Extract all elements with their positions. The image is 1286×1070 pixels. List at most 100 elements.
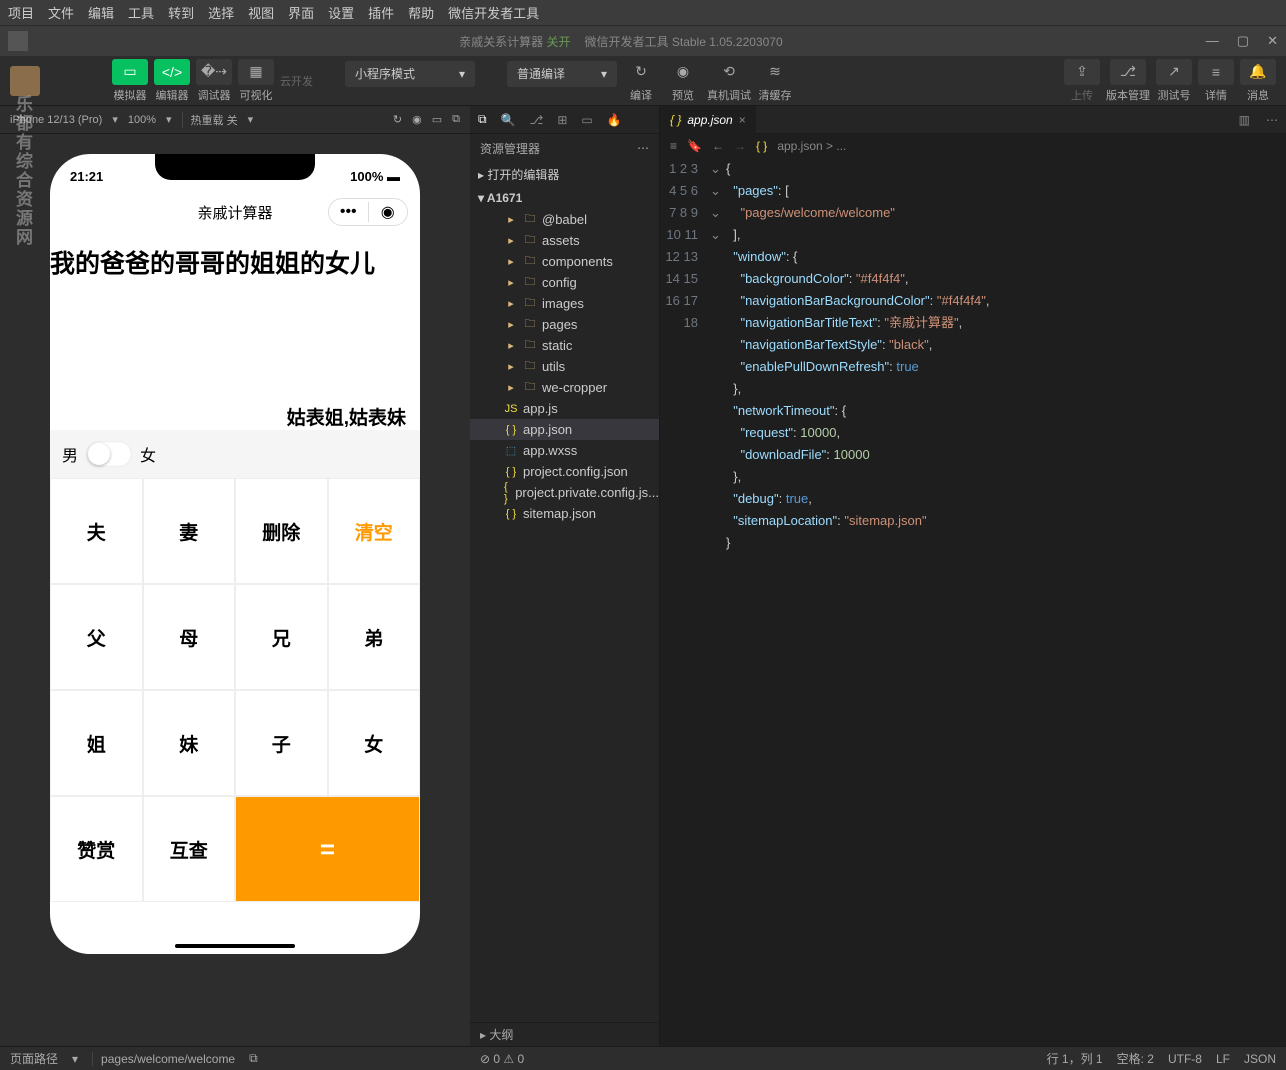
detail-button[interactable]: ≡ [1198,59,1234,85]
mode-select[interactable]: 小程序模式▾ [345,61,475,87]
debugger-button[interactable]: �⇢ [196,59,232,85]
tab-close-icon[interactable]: × [739,113,746,127]
avatar[interactable] [10,66,40,96]
file-config[interactable]: ▸🗀config [470,272,659,293]
file-app.wxss[interactable]: ⬚app.wxss [470,440,659,461]
code-content[interactable]: { "pages": [ "pages/welcome/welcome" ], … [726,158,1286,1046]
menu-转到[interactable]: 转到 [168,3,194,22]
key-删除[interactable]: 删除 [235,478,328,584]
key-兄[interactable]: 兄 [235,584,328,690]
flame-icon[interactable]: 🔥 [607,113,622,127]
file-pages[interactable]: ▸🗀pages [470,314,659,335]
menu-界面[interactable]: 界面 [288,3,314,22]
maximize-icon[interactable]: ▢ [1237,33,1249,49]
file-@babel[interactable]: ▸🗀@babel [470,209,659,230]
menu-选择[interactable]: 选择 [208,3,234,22]
files-icon[interactable]: ⧉ [478,112,487,127]
upload-button[interactable]: ⇪ [1064,59,1100,85]
file-app.json[interactable]: { }app.json [470,419,659,440]
testid-button[interactable]: ↗ [1156,59,1192,85]
record-icon[interactable]: ◉ [412,113,422,126]
popout-icon[interactable]: ⧉ [452,113,460,126]
encoding[interactable]: UTF-8 [1168,1052,1202,1066]
root-folder[interactable]: ▾ A1671 [470,187,659,209]
ext-icon[interactable]: ⊞ [557,113,567,127]
menu-插件[interactable]: 插件 [368,3,394,22]
key-女[interactable]: 女 [328,690,421,796]
tab-appjson[interactable]: { }app.json× [660,106,756,134]
menu-帮助[interactable]: 帮助 [408,3,434,22]
bookmark-icon[interactable]: 🔖 [687,139,702,153]
explorer-title: 资源管理器 [480,140,540,157]
preview-button[interactable]: ◉ [665,59,701,85]
search-icon[interactable]: 🔍 [501,113,516,127]
visual-button[interactable]: ▦ [238,59,274,85]
message-button[interactable]: 🔔 [1240,59,1276,85]
outline-section[interactable]: ▸ 大纲 [470,1022,659,1046]
zoom-select[interactable]: 100% [128,114,156,126]
compile-select[interactable]: 普通编译▾ [507,61,617,87]
forward-icon[interactable]: → [734,139,746,153]
compile-button[interactable]: ↻ [623,59,659,85]
key-弟[interactable]: 弟 [328,584,421,690]
key-赞赏[interactable]: 赞赏 [50,796,143,902]
key-清空[interactable]: 清空 [328,478,421,584]
more-tab-icon[interactable]: ⋯ [1258,113,1286,127]
editor-button[interactable]: </> [154,59,190,85]
cursor-pos[interactable]: 行 1，列 1 [1047,1050,1103,1067]
cloud-button[interactable]: 云开发 [280,73,313,89]
remote-button[interactable]: ⟲ [711,59,747,85]
key-父[interactable]: 父 [50,584,143,690]
file-project.private.config.js...[interactable]: { }project.private.config.js... [470,482,659,503]
close-icon[interactable]: ✕ [1267,33,1278,49]
female-label: 女 [140,442,156,466]
menu-设置[interactable]: 设置 [328,3,354,22]
file-sitemap.json[interactable]: { }sitemap.json [470,503,659,524]
menu-编辑[interactable]: 编辑 [88,3,114,22]
key-子[interactable]: 子 [235,690,328,796]
breadcrumb[interactable]: app.json > ... [777,139,846,153]
file-static[interactable]: ▸🗀static [470,335,659,356]
back-icon[interactable]: ← [712,139,724,153]
branch-icon[interactable]: ⎇ [530,113,544,127]
key-妻[interactable]: 妻 [143,478,236,584]
problems[interactable]: ⊘ 0 ⚠ 0 [480,1052,524,1066]
refresh-icon[interactable]: ↻ [393,113,402,126]
file-utils[interactable]: ▸🗀utils [470,356,659,377]
gender-switch[interactable] [86,441,132,467]
key-姐[interactable]: 姐 [50,690,143,796]
opened-editors[interactable]: ▸ 打开的编辑器 [470,162,659,187]
key-=[interactable]: = [235,796,420,902]
eol[interactable]: LF [1216,1052,1230,1066]
key-母[interactable]: 母 [143,584,236,690]
menu-视图[interactable]: 视图 [248,3,274,22]
minimize-icon[interactable]: — [1206,33,1219,49]
file-images[interactable]: ▸🗀images [470,293,659,314]
file-project.config.json[interactable]: { }project.config.json [470,461,659,482]
device-icon[interactable]: ▭ [432,113,442,126]
file-components[interactable]: ▸🗀components [470,251,659,272]
box-icon[interactable]: ▭ [581,113,592,127]
menu-文件[interactable]: 文件 [48,3,74,22]
nav-list-icon[interactable]: ≡ [670,139,677,153]
device-select[interactable]: iPhone 12/13 (Pro) [10,114,102,126]
menu-项目[interactable]: 项目 [8,3,34,22]
menu-工具[interactable]: 工具 [128,3,154,22]
capsule[interactable]: •••◉ [328,198,408,226]
hotreload-toggle[interactable]: 热重载 关 [182,112,238,128]
simulator-button[interactable]: ▭ [112,59,148,85]
file-assets[interactable]: ▸🗀assets [470,230,659,251]
more-icon[interactable]: ⋯ [637,141,649,155]
language[interactable]: JSON [1244,1052,1276,1066]
file-we-cropper[interactable]: ▸🗀we-cropper [470,377,659,398]
current-path[interactable]: pages/welcome/welcome [92,1052,235,1066]
file-app.js[interactable]: JSapp.js [470,398,659,419]
split-icon[interactable]: ▥ [1231,113,1258,127]
menu-微信开发者工具[interactable]: 微信开发者工具 [448,3,539,22]
key-夫[interactable]: 夫 [50,478,143,584]
key-妹[interactable]: 妹 [143,690,236,796]
indent[interactable]: 空格: 2 [1117,1050,1154,1067]
version-button[interactable]: ⎇ [1110,59,1146,85]
cache-button[interactable]: ≋ [757,59,793,85]
key-互查[interactable]: 互查 [143,796,236,902]
